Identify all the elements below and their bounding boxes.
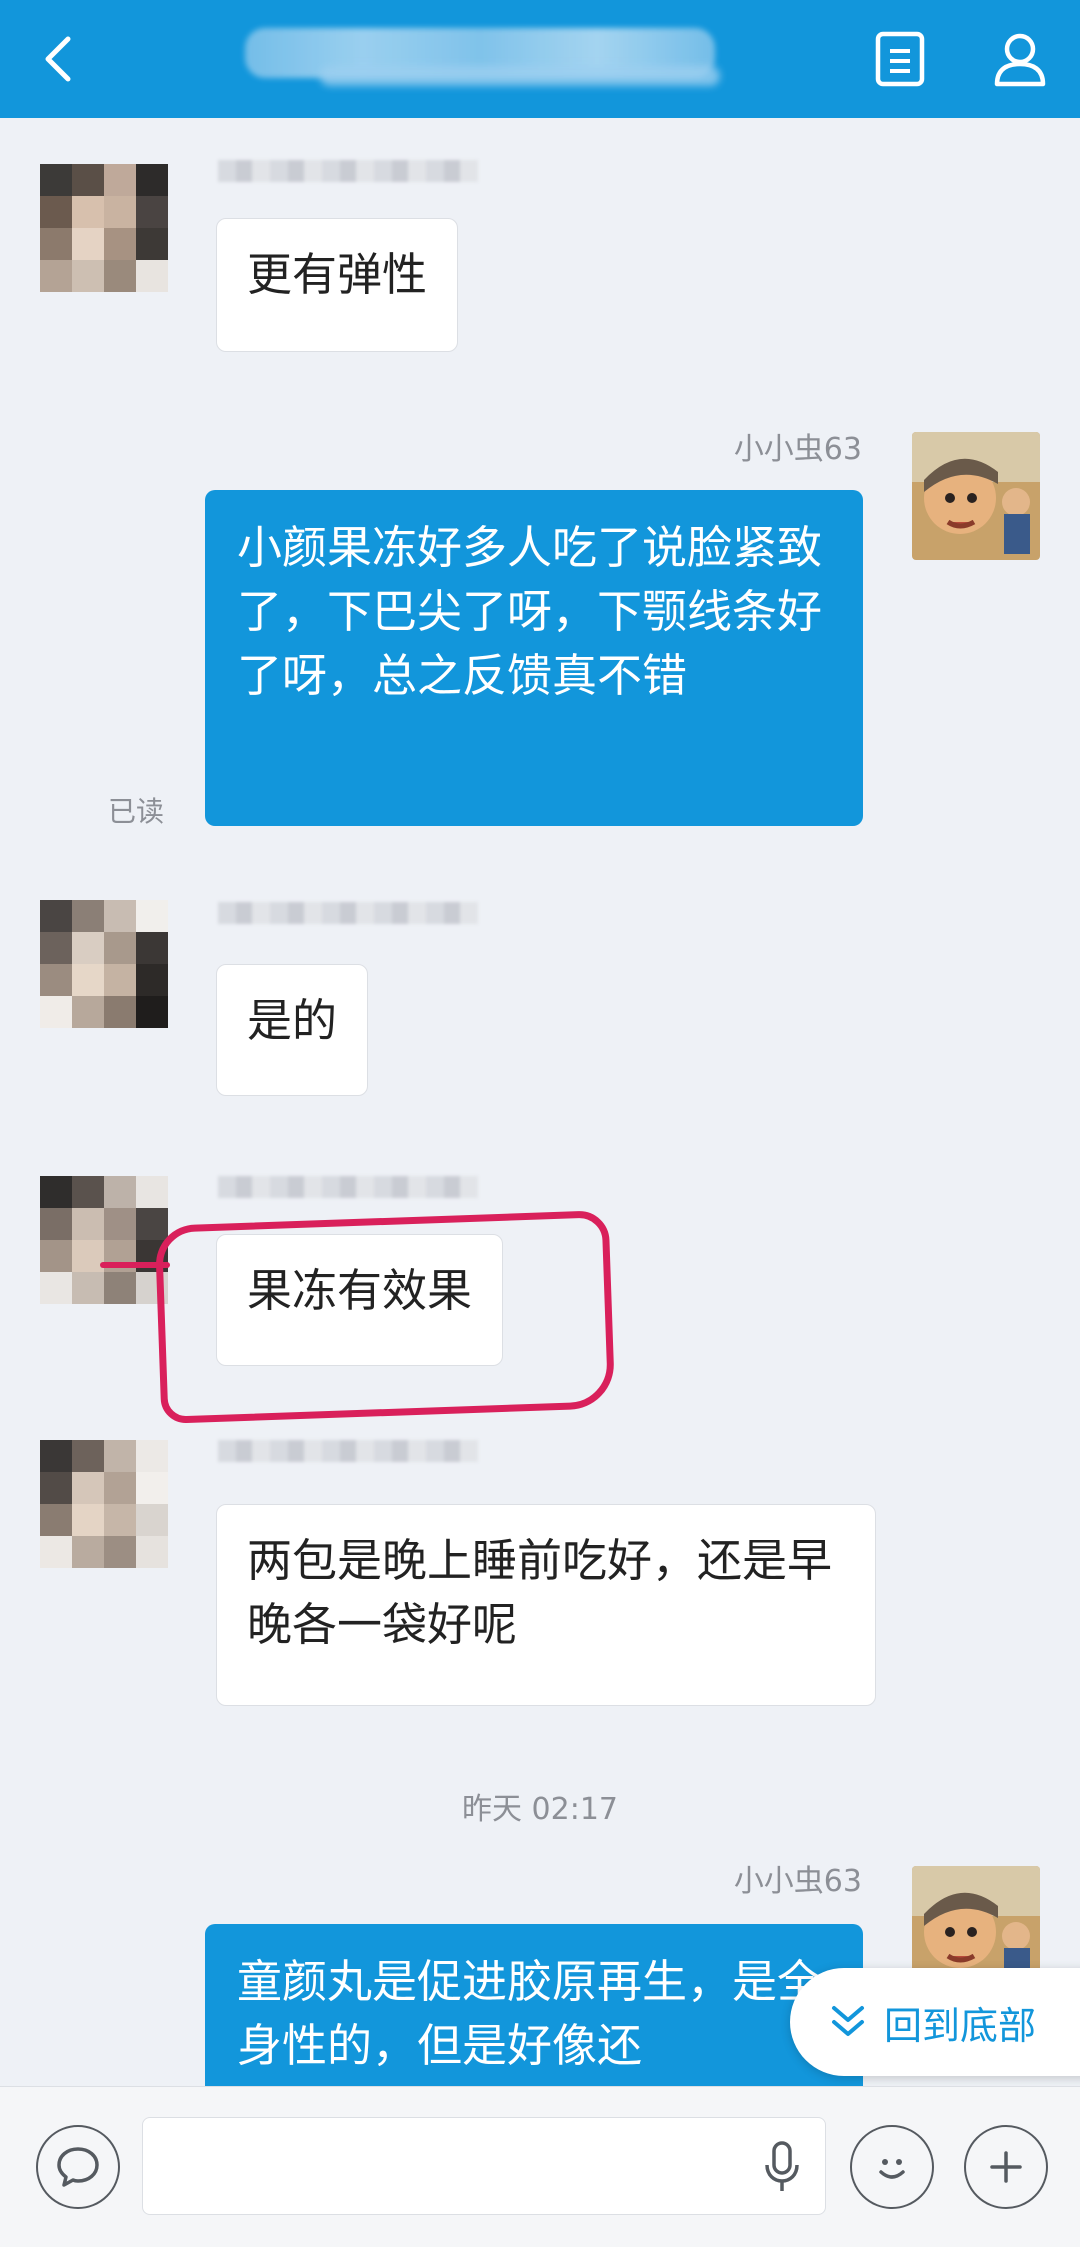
emoji-button[interactable] — [850, 2125, 934, 2209]
sender-name-blurred — [218, 1440, 478, 1462]
sender-name-blurred — [218, 1176, 478, 1198]
smiley-icon — [879, 2159, 905, 2179]
sender-avatar[interactable] — [40, 900, 168, 1028]
group-members-button[interactable] — [970, 0, 1070, 118]
sender-name-blurred — [218, 160, 478, 182]
sender-avatar[interactable] — [40, 164, 168, 292]
chat-subtitle-blurred — [320, 66, 720, 86]
chevron-double-down-icon — [832, 2006, 864, 2036]
message-bubble-received[interactable]: 更有弹性 — [216, 218, 459, 352]
chat-bubble-icon — [57, 2147, 99, 2187]
message-bubble-sent[interactable]: 童颜丸是促进胶原再生，是全身性的，但是好像还 — [205, 1924, 863, 2104]
my-avatar[interactable] — [912, 432, 1040, 560]
input-bar — [0, 2086, 1080, 2247]
message-timestamp: 昨天 02:17 — [462, 1792, 618, 1827]
scroll-to-bottom-label: 回到底部 — [884, 2003, 1037, 2048]
avatar-cartoon-image — [912, 432, 1040, 560]
sender-avatar[interactable] — [40, 1176, 168, 1304]
message-bubble-sent[interactable]: 小颜果冻好多人吃了说脸紧致了，下巴尖了呀，下颚线条好了呀，总之反馈真不错 — [205, 490, 863, 826]
back-button[interactable] — [8, 0, 108, 118]
scroll-to-bottom-button[interactable]: 回到底部 — [790, 1968, 1080, 2076]
voice-toggle-button[interactable] — [36, 2125, 120, 2209]
microphone-button[interactable] — [752, 2137, 812, 2197]
chat-profile-button[interactable] — [850, 0, 950, 118]
person-icon — [994, 33, 1046, 87]
plus-icon — [990, 2151, 1022, 2183]
my-nickname: 小小虫63 — [733, 1864, 862, 1899]
chevron-left-icon — [45, 36, 71, 82]
read-status: 已读 — [108, 795, 165, 828]
message-bubble-received[interactable]: 两包是晚上睡前吃好，还是早晚各一袋好呢 — [216, 1504, 876, 1706]
chat-header — [0, 0, 1080, 118]
more-actions-button[interactable] — [964, 2125, 1048, 2209]
microphone-icon — [765, 2141, 799, 2191]
document-icon — [875, 31, 925, 87]
message-input[interactable] — [142, 2117, 826, 2215]
annotation-ring — [154, 1210, 616, 1424]
sender-name-blurred — [218, 902, 478, 924]
sender-avatar[interactable] — [40, 1440, 168, 1568]
my-nickname: 小小虫63 — [733, 432, 862, 467]
message-bubble-received[interactable]: 是的 — [216, 964, 369, 1096]
